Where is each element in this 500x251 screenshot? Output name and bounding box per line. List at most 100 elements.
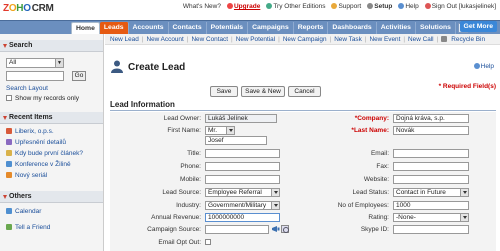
quicklink-recycle-bin[interactable]: Recycle Bin [451,36,485,43]
no-of-employees-field[interactable]: 1000 [393,201,469,210]
recent-item[interactable]: Nový seriál [6,172,47,179]
rating-select[interactable]: -None- [393,213,469,222]
setup-label: Setup [374,3,393,10]
annual-revenue-field[interactable]: 1000000000 [205,213,280,222]
industry-select[interactable]: Government/Military [205,201,280,210]
separator: | [231,35,233,43]
company-field[interactable]: Dojná kráva, s.p. [393,114,469,123]
mobile-field[interactable] [205,175,280,184]
others-item-calendar[interactable]: Calendar [6,208,41,215]
quicklink-new-contact[interactable]: New Contact [191,36,228,43]
search-input[interactable] [6,71,64,81]
quicklink-new-event[interactable]: New Event [369,36,400,43]
separator: | [329,35,332,43]
save-and-new-button[interactable]: Save & New [241,86,285,97]
try-other-editions-link[interactable]: Try Other Editions [266,3,325,10]
tab-home[interactable]: Home [71,22,100,34]
separator: | [186,35,189,43]
save-button[interactable]: Save [210,86,238,97]
separator: | [278,35,280,43]
logo-letter-o: O [8,3,17,14]
tab-potentials[interactable]: Potentials [207,22,249,34]
quicklink-new-task[interactable]: New Task [334,36,362,43]
search-go-button[interactable]: Go [72,71,86,81]
cancel-button[interactable]: Cancel [288,86,321,97]
editions-icon [266,3,273,9]
tab-leads[interactable]: Leads [99,22,129,34]
upgrade-link[interactable]: Upgrade [226,3,260,10]
mobile-label: Mobile: [180,176,201,183]
fax-field[interactable] [393,162,469,171]
quicklink-new-lead[interactable]: New Lead [110,36,139,43]
lead-source-select[interactable]: Employee Referral [205,188,280,197]
search-module-value: All [9,59,17,66]
quicklink-new-call[interactable]: New Call [408,36,434,43]
quicklink-new-potential[interactable]: New Potential [236,36,275,43]
section-lead-information: Lead Information [110,100,496,111]
lead-status-label: Lead Status: [352,189,390,196]
search-module-select[interactable]: All ▼ [6,58,64,68]
quicklink-new-account[interactable]: New Account [146,36,183,43]
quicklink-new-campaign[interactable]: New Campaign [283,36,327,43]
company-label: *Company: [354,115,389,122]
tab-accounts[interactable]: Accounts [129,22,169,34]
sidebar-recent-header[interactable]: Recent Items [0,112,103,124]
quick-create-bar: New Lead | New Account | New Contact | New … [105,34,500,45]
website-field[interactable] [393,175,469,184]
sidebar-search-header[interactable]: Search [0,40,103,52]
setup-link[interactable]: Setup [367,3,392,10]
others-item-tell-a-friend[interactable]: Tell a Friend [6,224,50,231]
recent-item[interactable]: Liberix, o.p.s. [6,128,54,135]
zoho-crm-logo[interactable]: ZOHOCRM [3,3,54,14]
salutation-select[interactable]: Mr. [205,126,235,135]
first-name-field[interactable]: Josef [205,136,267,145]
help-label: Help [405,3,419,10]
lead-status-value: Contact in Future [396,189,446,196]
page-title: Create Lead [128,62,186,73]
help-icon [398,3,405,9]
lead-owner-field[interactable]: Lukáš Jelínek [205,114,277,123]
get-more-button[interactable]: Get More [459,21,497,32]
campaign-source-field[interactable] [205,225,269,234]
recent-item[interactable]: Upřesnění detailů [6,139,66,146]
checkbox-icon [6,95,12,101]
page-help-link[interactable]: Help [473,63,494,70]
potential-icon [6,139,12,145]
title-field[interactable] [205,149,280,158]
campaign-lookup-icon[interactable] [272,226,280,232]
lead-status-select[interactable]: Contact in Future [393,188,469,197]
tab-contacts[interactable]: Contacts [169,22,207,34]
signout-link[interactable]: Sign Out [lukasjelinek] [424,3,496,10]
chevron-down-icon [271,202,279,209]
whats-new-link[interactable]: What's New? [183,3,221,10]
tab-activities[interactable]: Activities [377,22,416,34]
tab-reports[interactable]: Reports [294,22,329,34]
logo-letter-h: H [16,3,24,14]
no-of-employees-label: No of Employees: [337,202,389,209]
separator: | [141,35,144,43]
sidebar-others-header[interactable]: Others [0,191,103,203]
show-my-records-checkbox[interactable]: Show my records only [6,95,79,102]
skype-id-field[interactable] [393,225,469,234]
email-opt-out-checkbox[interactable] [205,239,211,245]
tab-solutions[interactable]: Solutions [416,22,456,34]
tab-campaigns[interactable]: Campaigns [248,22,294,34]
chevron-down-icon [460,189,468,196]
phone-field[interactable] [205,162,280,171]
campaign-clear-icon[interactable] [281,225,289,233]
logo-letter-o2: O [23,3,31,14]
help-icon [473,63,480,69]
annual-revenue-label: Annual Revenue: [151,214,201,221]
help-link[interactable]: Help [398,3,419,10]
last-name-field[interactable]: Novák [393,126,469,135]
support-link[interactable]: Support [331,3,361,10]
search-layout-link[interactable]: Search Layout [6,85,48,92]
page-help-label: Help [480,63,494,70]
tab-dashboards[interactable]: Dashboards [328,22,377,34]
rating-value: -None- [396,214,416,221]
recent-item[interactable]: Kdy bude první článek? [6,150,83,157]
email-field[interactable] [393,149,469,158]
recent-item[interactable]: Konference v Žilině [6,161,71,168]
logo-crm-text: CRM [31,3,54,14]
recent-item-label: Konference v Žilině [15,161,71,168]
